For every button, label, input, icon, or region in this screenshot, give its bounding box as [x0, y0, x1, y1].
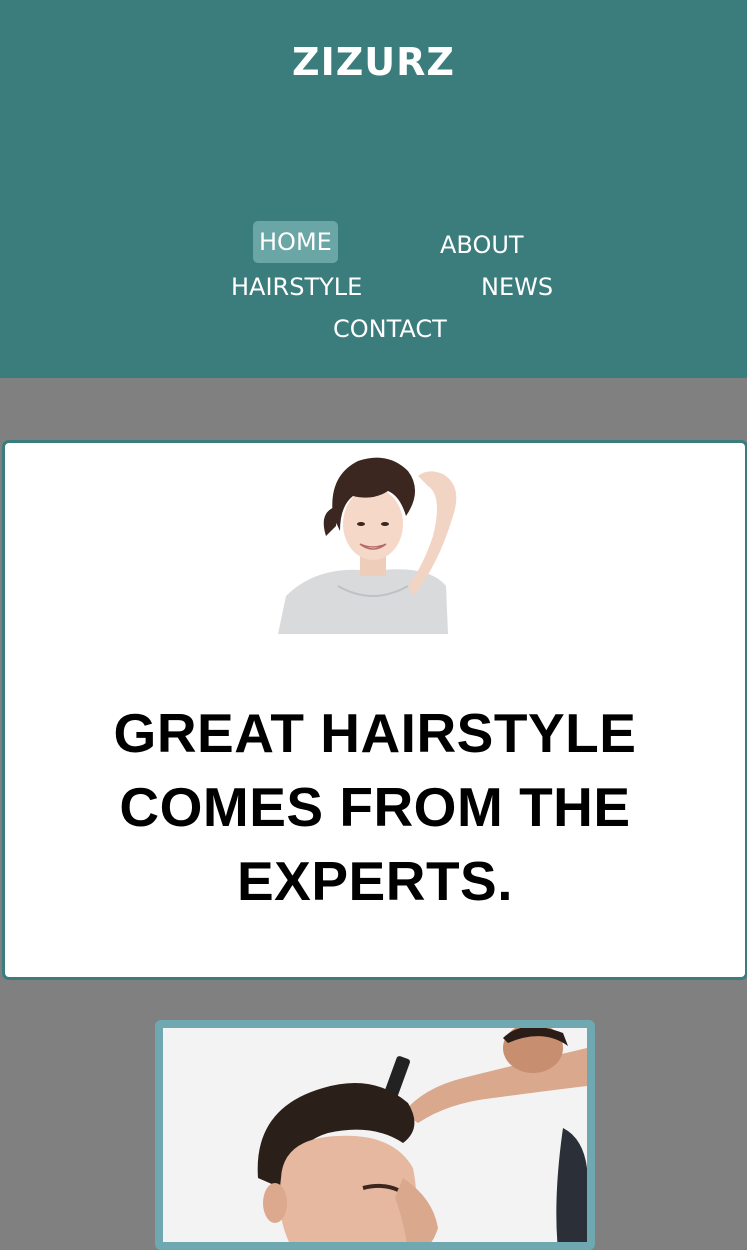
feature-card: [155, 1020, 595, 1250]
nav-home[interactable]: HOME: [253, 221, 338, 263]
nav-news[interactable]: NEWS: [481, 266, 553, 308]
hero-card: GREAT HAIRSTYLE COMES FROM THE EXPERTS.: [2, 440, 747, 980]
site-header: ZIZURZ HOME ABOUT HAIRSTYLE NEWS CONTACT: [0, 0, 747, 378]
nav-about[interactable]: ABOUT: [440, 224, 524, 266]
site-title[interactable]: ZIZURZ: [0, 40, 747, 84]
hero-photo: [278, 446, 468, 634]
nav-hairstyle[interactable]: HAIRSTYLE: [231, 266, 362, 308]
feature-photo: [163, 1028, 587, 1242]
hero-headline: GREAT HAIRSTYLE COMES FROM THE EXPERTS.: [113, 702, 637, 912]
nav-contact[interactable]: CONTACT: [333, 308, 447, 350]
